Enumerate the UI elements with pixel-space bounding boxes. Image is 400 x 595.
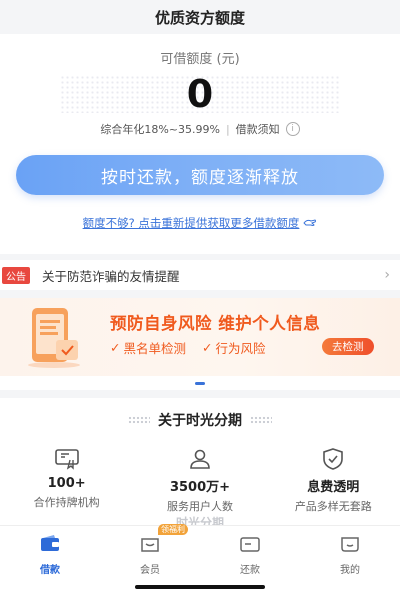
title-decoration: [250, 416, 272, 424]
info-icon[interactable]: i: [285, 122, 300, 136]
risk-banner[interactable]: 预防自身风险 维护个人信息 ✓ 黑名单检测 ✓ 行为风险 去检测: [0, 298, 400, 376]
banner-pager: [0, 376, 400, 390]
license-icon: [7, 448, 127, 472]
announcement-text[interactable]: 关于防范诈骗的友情提醒: [42, 266, 384, 285]
about-title-row: 关于时光分期: [0, 398, 400, 430]
benefit-badge: 领福利: [158, 524, 188, 535]
about-section: 关于时光分期 100+ 合作持牌机构 3500万+ 服务用户人数 息费透明 产品…: [0, 398, 400, 528]
credit-label: 可借额度 (元): [160, 52, 240, 67]
stat-desc: 产品多样无套路: [294, 500, 372, 513]
phone-shield-illustration: [22, 306, 88, 368]
profile-icon: [339, 534, 361, 558]
behavior-risk-label: 行为风险: [215, 341, 266, 356]
banner-title: 预防自身风险 维护个人信息: [110, 314, 321, 333]
announcement-tag: 公告: [2, 266, 30, 284]
check-icon: ✓: [110, 340, 121, 355]
announcement-bar[interactable]: 公告 关于防范诈骗的友情提醒 ›: [0, 260, 400, 290]
credit-amount: 0: [186, 72, 214, 116]
stat-transparency: 息费透明 产品多样无套路: [273, 448, 393, 514]
rate-row: 综合年化18%~35.99% | 借款须知 i: [0, 121, 400, 137]
rate-separator: |: [225, 122, 230, 136]
hand-pointer-icon: [303, 216, 317, 230]
repay-button[interactable]: 按时还款，额度逐渐释放: [16, 155, 384, 195]
bottom-tab-bar: 借款 领福利 会员 还款 我的: [0, 524, 400, 595]
stat-institutions: 100+ 合作持牌机构: [7, 448, 127, 514]
annual-rate: 综合年化18%~35.99%: [100, 123, 220, 136]
tab-mine[interactable]: 我的: [300, 526, 400, 595]
tab-label: 还款: [240, 565, 260, 576]
wallet-icon: [39, 534, 61, 558]
stat-value: 100+: [47, 476, 86, 491]
tab-label: 会员: [140, 565, 160, 576]
tab-loan[interactable]: 借款: [0, 526, 100, 595]
stat-value: 息费透明: [307, 480, 360, 495]
stat-desc: 合作持牌机构: [33, 496, 100, 509]
member-icon: [139, 534, 161, 558]
stat-desc: 服务用户人数: [166, 500, 233, 513]
title-decoration: [128, 416, 150, 424]
stats-row: 100+ 合作持牌机构 3500万+ 服务用户人数 息费透明 产品多样无套路: [0, 448, 400, 514]
stat-value: 3500万+: [169, 480, 231, 495]
home-indicator[interactable]: [135, 585, 265, 589]
go-check-button[interactable]: 去检测: [322, 338, 374, 355]
page-title: 优质资方额度: [154, 8, 245, 27]
banner-items: ✓ 黑名单检测 ✓ 行为风险: [110, 338, 266, 357]
page-header: 优质资方额度: [0, 0, 400, 34]
pager-dot: [195, 381, 205, 385]
tab-label: 我的: [340, 565, 360, 576]
chevron-right-icon[interactable]: ›: [384, 267, 390, 283]
about-title: 关于时光分期: [158, 413, 242, 429]
more-credit-link-text[interactable]: 额度不够? 点击重新提供获取更多借款额度: [83, 215, 300, 231]
loan-notice-link[interactable]: 借款须知: [236, 121, 280, 137]
card-icon: [239, 534, 261, 558]
more-credit-link[interactable]: 额度不够? 点击重新提供获取更多借款额度: [0, 215, 400, 231]
check-icon: ✓: [202, 340, 213, 355]
credit-card: 可借额度 (元) 0 综合年化18%~35.99% | 借款须知 i 按时还款，…: [0, 34, 400, 254]
tab-label: 借款: [40, 565, 60, 576]
credit-amount-area: 0: [0, 69, 400, 119]
blacklist-check-label: 黑名单检测: [123, 341, 186, 356]
stat-users: 3500万+ 服务用户人数: [140, 448, 260, 514]
shield-check-icon: [273, 448, 393, 472]
user-icon: [140, 448, 260, 472]
